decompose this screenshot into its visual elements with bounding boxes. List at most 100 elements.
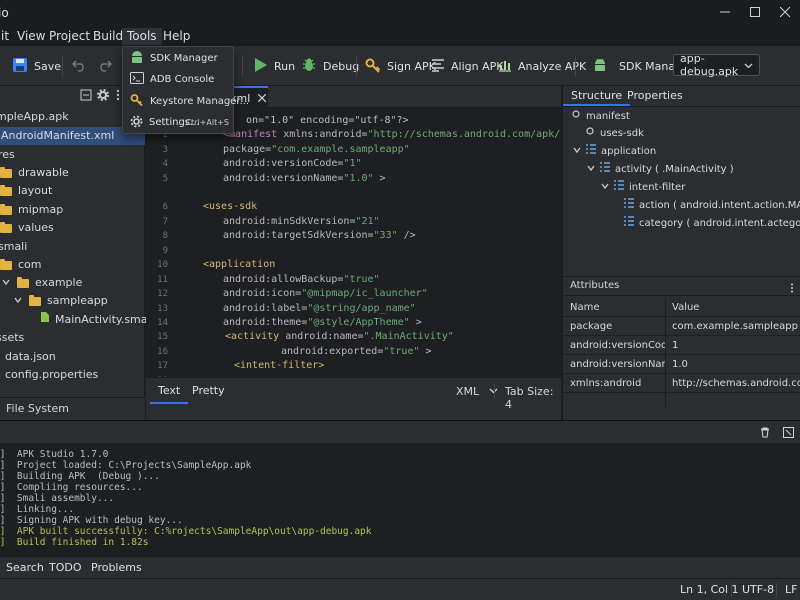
tree-item-config-properties[interactable]: config.properties: [5, 366, 98, 384]
folder-icon: [0, 221, 12, 233]
tree-item-apk[interactable]: mpleApp.apk: [0, 108, 69, 126]
log-line: 7] Build finished in 1.82s: [0, 537, 149, 548]
code-line: android:allowBackup="true": [223, 274, 380, 285]
tree-item-res[interactable]: res: [0, 146, 15, 164]
attr-value[interactable]: 1: [665, 336, 800, 355]
code-token: android:label: [223, 303, 302, 314]
more-vertical-icon[interactable]: [790, 283, 794, 296]
more-vertical-icon[interactable]: [115, 89, 121, 104]
tab-properties[interactable]: Properties: [619, 86, 691, 106]
attr-value[interactable]: com.example.sampleapp: [665, 317, 800, 336]
tree-label: layout: [18, 184, 53, 197]
structure-node[interactable]: intent-filter: [601, 179, 685, 197]
undo-button[interactable]: [72, 54, 86, 78]
code-line: <intent-filter>: [234, 360, 324, 371]
tab-text[interactable]: Text: [150, 378, 189, 404]
cursor-position[interactable]: Ln 1, Col 1: [680, 579, 739, 600]
column-header-value: Value: [665, 298, 800, 317]
code-token: <uses-sdk: [203, 201, 258, 212]
close-icon[interactable]: [257, 92, 267, 105]
gear-icon[interactable]: [97, 89, 109, 104]
sign-apk-button[interactable]: Sign APK: [365, 54, 436, 78]
tree-item-mipmap[interactable]: mipmap: [0, 201, 63, 219]
line-number: 3: [162, 145, 168, 155]
list-icon: [624, 215, 634, 233]
list-icon: [586, 143, 596, 161]
code-line: <activity android:name=".MainActivity": [225, 331, 454, 342]
redo-button[interactable]: [98, 54, 112, 78]
structure-node[interactable]: category ( android.intent.actegory.LAUNC…: [624, 215, 800, 233]
bug-icon: [301, 57, 317, 76]
log-line: 7] APK built successfully: C:%rojects\Sa…: [0, 526, 372, 537]
structure-node[interactable]: uses-sdk: [585, 125, 644, 143]
tree-item-values[interactable]: values: [0, 219, 54, 237]
tree-label: values: [18, 221, 54, 234]
menu-item-adb-console[interactable]: ADB Console: [127, 69, 231, 90]
menu-tools[interactable]: Tools: [122, 28, 162, 45]
line-ending[interactable]: LF: [785, 579, 797, 600]
save-button[interactable]: Save: [12, 54, 61, 78]
chevron-down-icon: [14, 292, 22, 310]
tree-item-layout[interactable]: layout: [0, 182, 52, 200]
build-variant-select[interactable]: app-debug.apk: [673, 52, 760, 78]
log-header: [0, 421, 800, 443]
folder-icon: [29, 294, 41, 306]
structure-node[interactable]: manifest: [571, 108, 630, 126]
tree-item-drawable[interactable]: drawable: [0, 164, 69, 182]
tab-todo[interactable]: TODO: [43, 557, 88, 579]
clear-log-icon[interactable]: [783, 427, 794, 441]
minimize-button[interactable]: [710, 0, 740, 26]
code-token: "21": [355, 216, 380, 227]
language-value: XML: [456, 385, 480, 398]
maximize-button[interactable]: [740, 0, 770, 26]
menu-item-settings[interactable]: Settings... Ctrl+Alt+S: [127, 112, 231, 133]
tree-item-example[interactable]: example: [2, 274, 82, 292]
code-token: >: [419, 346, 432, 357]
tab-problems[interactable]: Problems: [85, 557, 148, 579]
debug-button[interactable]: Debug: [301, 54, 359, 78]
attr-value[interactable]: 1.0: [665, 355, 800, 374]
menu-item-label: SDK Manager: [150, 53, 218, 64]
code-token: android:versionCode: [223, 158, 338, 169]
code-token: ".MainActivity": [363, 331, 454, 342]
language-select[interactable]: XML: [456, 385, 498, 398]
structure-node[interactable]: action ( android.intent.action.MAIN ): [624, 197, 800, 215]
tree-item-data-json[interactable]: data.json: [5, 348, 56, 366]
code-token: "33": [373, 230, 398, 241]
chevron-down-icon: [587, 161, 595, 179]
trash-icon[interactable]: [760, 427, 770, 441]
collapse-all-icon[interactable]: [80, 89, 92, 104]
menu-item-keystore-manager[interactable]: Keystore Manager...: [127, 91, 249, 112]
align-apk-button[interactable]: Align APK: [431, 54, 503, 78]
tree-item-assets[interactable]: ssets: [0, 329, 24, 347]
tree-label: drawable: [18, 166, 69, 179]
close-button[interactable]: [770, 0, 800, 26]
tree-label: sampleapp: [47, 294, 108, 307]
tab-size[interactable]: Tab Size: 4: [505, 385, 561, 411]
tree-item-mainactivity-smali[interactable]: MainActivity.smali: [40, 311, 154, 329]
tab-pretty[interactable]: Pretty: [184, 378, 233, 404]
menu-item-sdk-manager[interactable]: SDK Manager: [127, 48, 231, 69]
line-number: 15: [157, 332, 168, 342]
analyze-apk-button[interactable]: Analyze APK: [498, 54, 586, 78]
code-token: "@mipmap/ic_launcher": [301, 288, 428, 299]
tree-item-sampleapp[interactable]: sampleapp: [14, 292, 108, 310]
chevron-down-icon: [2, 274, 10, 292]
line-number: 4: [162, 159, 168, 169]
menu-help[interactable]: Help: [158, 28, 195, 45]
structure-node[interactable]: application: [573, 143, 656, 161]
status-bar: Ln 1, Col 1 UTF-8 LF: [0, 578, 800, 600]
tree-item-smali[interactable]: smali: [0, 238, 27, 256]
bottom-tool-tabs: Search TODO Problems: [0, 556, 800, 578]
run-button[interactable]: Run: [254, 54, 295, 78]
attr-value[interactable]: http://schemas.android.com/apk/r: [665, 374, 800, 393]
encoding[interactable]: UTF-8: [742, 579, 774, 600]
node-label: manifest: [586, 111, 630, 122]
tab-file-system[interactable]: File System: [6, 402, 69, 415]
structure-node[interactable]: activity ( .MainActivity ): [587, 161, 734, 179]
tree-item-com[interactable]: com: [0, 256, 42, 274]
line-number: 12: [157, 289, 168, 299]
code-line: android:icon="@mipmap/ic_launcher": [223, 288, 428, 299]
undo-icon: [72, 58, 86, 75]
line-number: 5: [162, 174, 168, 184]
